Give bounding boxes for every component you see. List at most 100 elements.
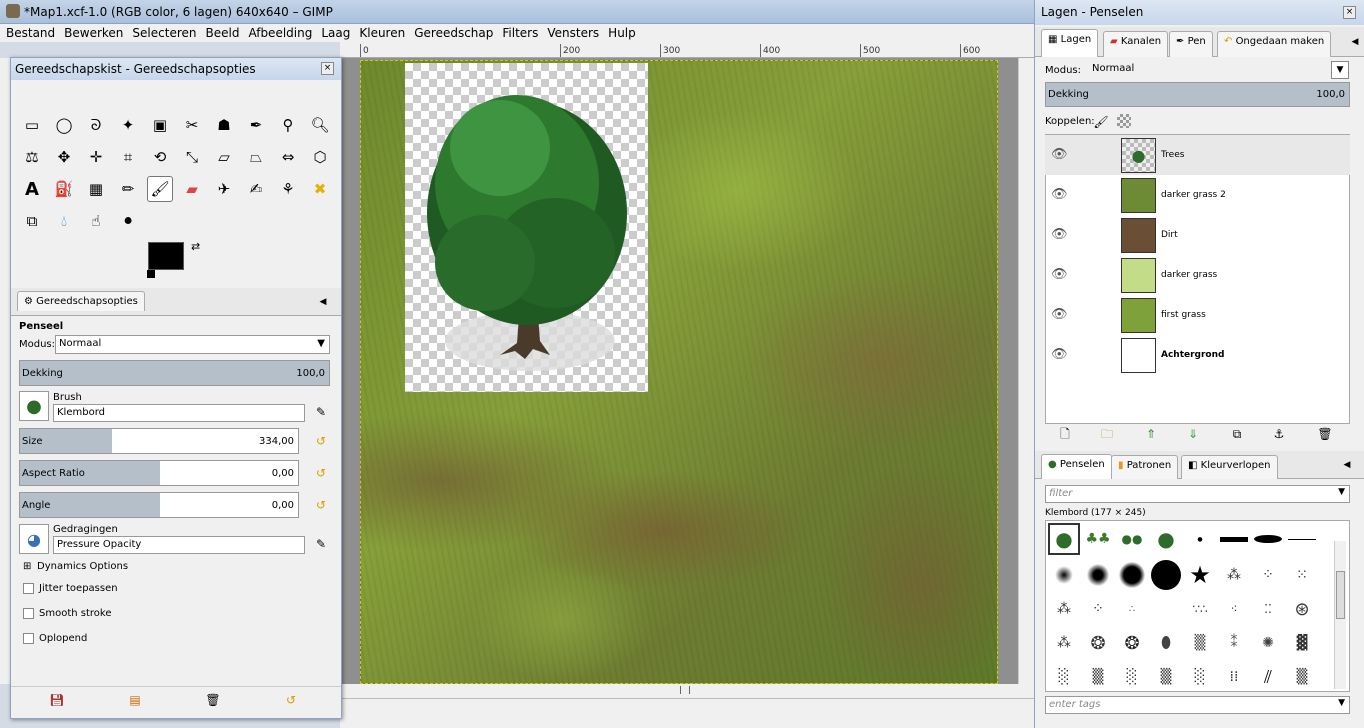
tab-undo[interactable]: ↶ Ongedaan maken — [1217, 31, 1332, 57]
perspective-tool-icon[interactable]: ⏢ — [243, 144, 269, 170]
brush-oval-texture-icon[interactable]: ⬮ — [1150, 627, 1182, 659]
edit-brush-icon[interactable]: ✎ — [313, 404, 329, 420]
brush-pepper-icon[interactable]: ⁂ — [1048, 627, 1080, 659]
brush-bushes-icon[interactable]: ●● — [1116, 523, 1148, 555]
brush-texture-icon[interactable]: ⁙ — [1286, 559, 1318, 591]
raise-layer-icon[interactable]: ⇑ — [1143, 426, 1159, 442]
brush-dots-icon[interactable]: ∴ — [1116, 593, 1148, 625]
clone-tool-icon[interactable]: ⚘ — [275, 176, 301, 202]
brush-galaxy-icon[interactable]: ❂ — [1082, 627, 1114, 659]
brush-noise3-icon[interactable]: ░ — [1116, 661, 1148, 693]
ellipse-select-tool-icon[interactable]: ◯ — [51, 112, 77, 138]
menu-selecteren[interactable]: Selecteren — [132, 26, 196, 40]
foreground-select-tool-icon[interactable]: ☗ — [211, 112, 237, 138]
dynamics-options-expander[interactable]: Dynamics Options — [37, 561, 128, 572]
layer-row-darker-grass[interactable]: 👁︎ darker grass — [1045, 255, 1350, 295]
anchor-layer-icon[interactable]: ⚓ — [1271, 426, 1287, 442]
brush-net-icon[interactable]: ⊛ — [1286, 593, 1318, 625]
reset-aspect-icon[interactable]: ↺ — [313, 465, 329, 481]
brushes-scrollbar[interactable] — [1334, 541, 1346, 689]
lasso-tool-icon[interactable]: ᘐ — [83, 112, 109, 138]
scissors-tool-icon[interactable]: ✂ — [179, 112, 205, 138]
rotate-tool-icon[interactable]: ⟲ — [147, 144, 173, 170]
menu-gereedschap[interactable]: Gereedschap — [414, 26, 493, 40]
menu-bewerken[interactable]: Bewerken — [64, 26, 123, 40]
tab-tool-options[interactable]: ⚙ Gereedschapsopties — [17, 291, 145, 311]
align-tool-icon[interactable]: ✛ — [83, 144, 109, 170]
bucket-fill-tool-icon[interactable]: ⛽ — [51, 176, 77, 202]
brush-flower-icon[interactable]: ✺ — [1252, 627, 1284, 659]
tab-menu-icon[interactable]: ◀ — [1339, 457, 1355, 473]
crop-tool-icon[interactable]: ⌗ — [115, 144, 141, 170]
menu-vensters[interactable]: Vensters — [547, 26, 599, 40]
reset-angle-icon[interactable]: ↺ — [313, 497, 329, 513]
brush-hatch-icon[interactable]: ▒ — [1184, 627, 1216, 659]
color-select-tool-icon[interactable]: ▣ — [147, 112, 173, 138]
menu-afbeelding[interactable]: Afbeelding — [248, 26, 312, 40]
incremental-checkbox[interactable] — [23, 633, 34, 644]
reset-options-icon[interactable]: ↺ — [283, 692, 299, 708]
brush-filter-input[interactable]: filter ▼ — [1045, 485, 1350, 503]
menu-beeld[interactable]: Beeld — [205, 26, 239, 40]
eye-icon[interactable]: 👁︎ — [1051, 147, 1068, 162]
tab-channels[interactable]: ▰ Kanalen — [1103, 31, 1169, 57]
fuzzy-select-tool-icon[interactable]: ✦ — [115, 112, 141, 138]
menu-hulp[interactable]: Hulp — [608, 26, 636, 40]
layer-row-dirt[interactable]: 👁︎ Dirt — [1045, 215, 1350, 255]
new-layer-icon[interactable]: 🗋 — [1057, 426, 1073, 442]
tab-patterns[interactable]: ▮ Patronen — [1111, 455, 1179, 479]
brush-dot-icon[interactable]: ● — [1184, 523, 1216, 555]
smooth-stroke-checkbox[interactable] — [23, 608, 34, 619]
brush-trees-icon[interactable]: ♣♣ — [1082, 523, 1114, 555]
eye-icon[interactable]: 👁︎ — [1051, 187, 1068, 202]
heal-tool-icon[interactable]: ✖ — [307, 176, 333, 202]
brush-tree2-icon[interactable]: ● — [1150, 523, 1182, 555]
swap-colors-icon[interactable]: ⇄ — [191, 240, 200, 253]
brush-fuzzy-small-icon[interactable] — [1048, 559, 1080, 591]
brush-ellipse-icon[interactable] — [1252, 523, 1284, 555]
brush-texture2-icon[interactable]: ▓ — [1286, 627, 1318, 659]
new-layer-group-icon[interactable]: 🗀 — [1099, 426, 1115, 442]
lower-layer-icon[interactable]: ⇓ — [1185, 426, 1201, 442]
edit-dynamics-icon[interactable]: ✎ — [313, 536, 329, 552]
brush-circle-icon[interactable] — [1150, 559, 1182, 591]
brush-tree-icon[interactable]: ● — [1048, 523, 1080, 555]
layer-row-achtergrond[interactable]: 👁︎ Achtergrond — [1045, 335, 1350, 375]
smudge-tool-icon[interactable]: ☝ — [83, 208, 109, 234]
tab-paths[interactable]: ✒ Pen — [1169, 31, 1213, 57]
expand-icon[interactable]: ⊞ — [23, 561, 31, 572]
brush-splatter-icon[interactable]: ⁂ — [1218, 559, 1250, 591]
menu-laag[interactable]: Laag — [321, 26, 350, 40]
brush-sponge-icon[interactable]: ⁘ — [1252, 559, 1284, 591]
reset-size-icon[interactable]: ↺ — [313, 433, 329, 449]
paths-tool-icon[interactable]: ✒ — [243, 112, 269, 138]
duplicate-layer-icon[interactable]: ⧉ — [1229, 426, 1245, 442]
horizontal-ruler[interactable]: 0 200 300 400 500 600 — [340, 42, 1034, 58]
brush-confetti-icon[interactable]: ⁑ — [1218, 627, 1250, 659]
blend-tool-icon[interactable]: ▦ — [83, 176, 109, 202]
zoom-tool-icon[interactable]: 🔍︎ — [307, 112, 333, 138]
dodge-burn-tool-icon[interactable]: ⚫ — [115, 208, 141, 234]
close-icon[interactable]: × — [1343, 6, 1356, 19]
brush-noise2-icon[interactable]: ▒ — [1082, 661, 1114, 693]
save-options-icon[interactable]: 💾︎ — [49, 692, 65, 708]
eye-icon[interactable]: 👁︎ — [1051, 227, 1068, 242]
menu-bestand[interactable]: Bestand — [6, 26, 55, 40]
layer-opacity-slider[interactable]: Dekking 100,0 — [1045, 82, 1350, 107]
scale-tool-icon[interactable]: ⤡ — [179, 144, 205, 170]
aspect-ratio-slider[interactable]: Aspect Ratio 0,00 — [19, 460, 299, 486]
brush-preview[interactable]: ● — [19, 391, 49, 421]
canvas-horizontal-scrollbar[interactable] — [340, 684, 1034, 698]
delete-layer-icon[interactable]: 🗑︎ — [1317, 426, 1333, 442]
dynamics-preview[interactable]: ◕ — [19, 524, 49, 554]
tab-gradients[interactable]: ◧ Kleurverlopen — [1181, 455, 1278, 479]
eye-icon[interactable]: 👁︎ — [1051, 267, 1068, 282]
text-tool-icon[interactable]: A — [19, 176, 45, 202]
brush-sponge2-icon[interactable]: ❂ — [1116, 627, 1148, 659]
foreground-color[interactable] — [148, 242, 184, 270]
lock-alpha-icon[interactable] — [1117, 114, 1131, 128]
eye-icon[interactable]: 👁︎ — [1051, 347, 1068, 362]
brush-fuzzy-medium-icon[interactable] — [1082, 559, 1114, 591]
delete-options-icon[interactable]: 🗑︎ — [205, 692, 221, 708]
layer-mode-select[interactable]: Normaal — [1089, 61, 1349, 79]
